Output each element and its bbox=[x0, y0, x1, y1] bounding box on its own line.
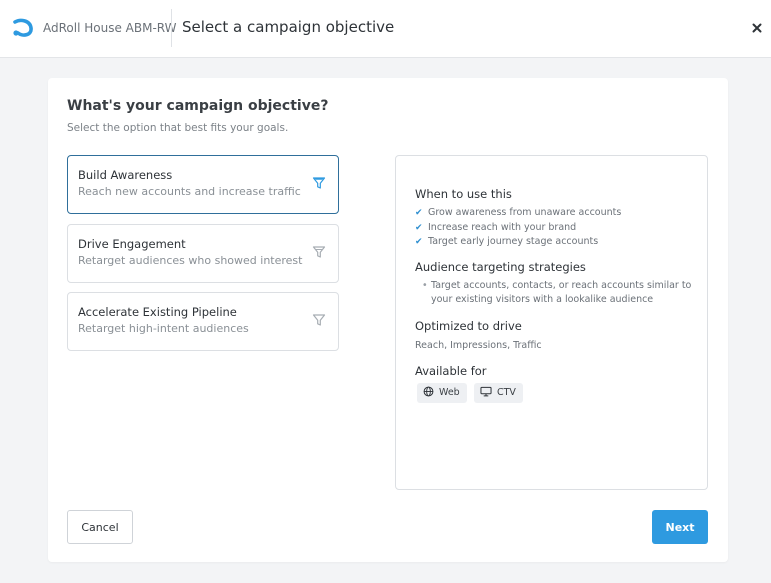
strategy-item: • Target accounts, contacts, or reach ac… bbox=[422, 280, 692, 305]
cancel-button[interactable]: Cancel bbox=[67, 510, 133, 544]
objective-subheading: Select the option that best fits your go… bbox=[67, 122, 289, 134]
option-description: Reach new accounts and increase traffic bbox=[78, 185, 301, 198]
close-icon[interactable] bbox=[749, 20, 765, 36]
adroll-logo-icon bbox=[13, 18, 33, 37]
channel-ctv: CTV bbox=[474, 383, 523, 403]
option-title: Build Awareness bbox=[78, 168, 173, 182]
check-icon: ✔ bbox=[415, 223, 423, 233]
channel-web: Web bbox=[417, 383, 467, 403]
optimized-text: Reach, Impressions, Traffic bbox=[415, 340, 542, 351]
optimized-title: Optimized to drive bbox=[415, 319, 522, 333]
available-title: Available for bbox=[415, 364, 487, 378]
bullet-icon: • bbox=[422, 280, 428, 291]
when-item: ✔ Increase reach with your brand bbox=[415, 222, 577, 233]
monitor-icon bbox=[480, 386, 492, 397]
header-divider bbox=[171, 9, 172, 47]
option-accelerate-pipeline[interactable]: Accelerate Existing Pipeline Retarget hi… bbox=[67, 292, 339, 351]
funnel-icon bbox=[312, 246, 326, 258]
objective-card: What's your campaign objective? Select t… bbox=[48, 78, 728, 562]
organization-name: AdRoll House ABM-RW bbox=[43, 21, 177, 35]
top-bar: AdRoll House ABM-RW Select a campaign ob… bbox=[0, 0, 771, 58]
page-title: Select a campaign objective bbox=[182, 18, 395, 36]
check-icon: ✔ bbox=[415, 237, 423, 247]
when-item: ✔ Grow awareness from unaware accounts bbox=[415, 207, 622, 218]
funnel-icon bbox=[312, 177, 326, 189]
option-title: Drive Engagement bbox=[78, 237, 186, 251]
next-button[interactable]: Next bbox=[652, 510, 708, 544]
option-description: Retarget high-intent audiences bbox=[78, 322, 249, 335]
audience-strategies-title: Audience targeting strategies bbox=[415, 260, 586, 274]
option-title: Accelerate Existing Pipeline bbox=[78, 305, 237, 319]
funnel-icon bbox=[312, 314, 326, 326]
option-description: Retarget audiences who showed interest bbox=[78, 254, 303, 267]
option-build-awareness[interactable]: Build Awareness Reach new accounts and i… bbox=[67, 155, 339, 214]
when-to-use-title: When to use this bbox=[415, 187, 512, 201]
objective-details-panel: When to use this ✔ Grow awareness from un… bbox=[395, 155, 708, 490]
option-drive-engagement[interactable]: Drive Engagement Retarget audiences who … bbox=[67, 224, 339, 283]
when-item: ✔ Target early journey stage accounts bbox=[415, 236, 599, 247]
globe-icon bbox=[423, 386, 434, 397]
check-icon: ✔ bbox=[415, 208, 423, 218]
objective-heading: What's your campaign objective? bbox=[67, 98, 329, 114]
